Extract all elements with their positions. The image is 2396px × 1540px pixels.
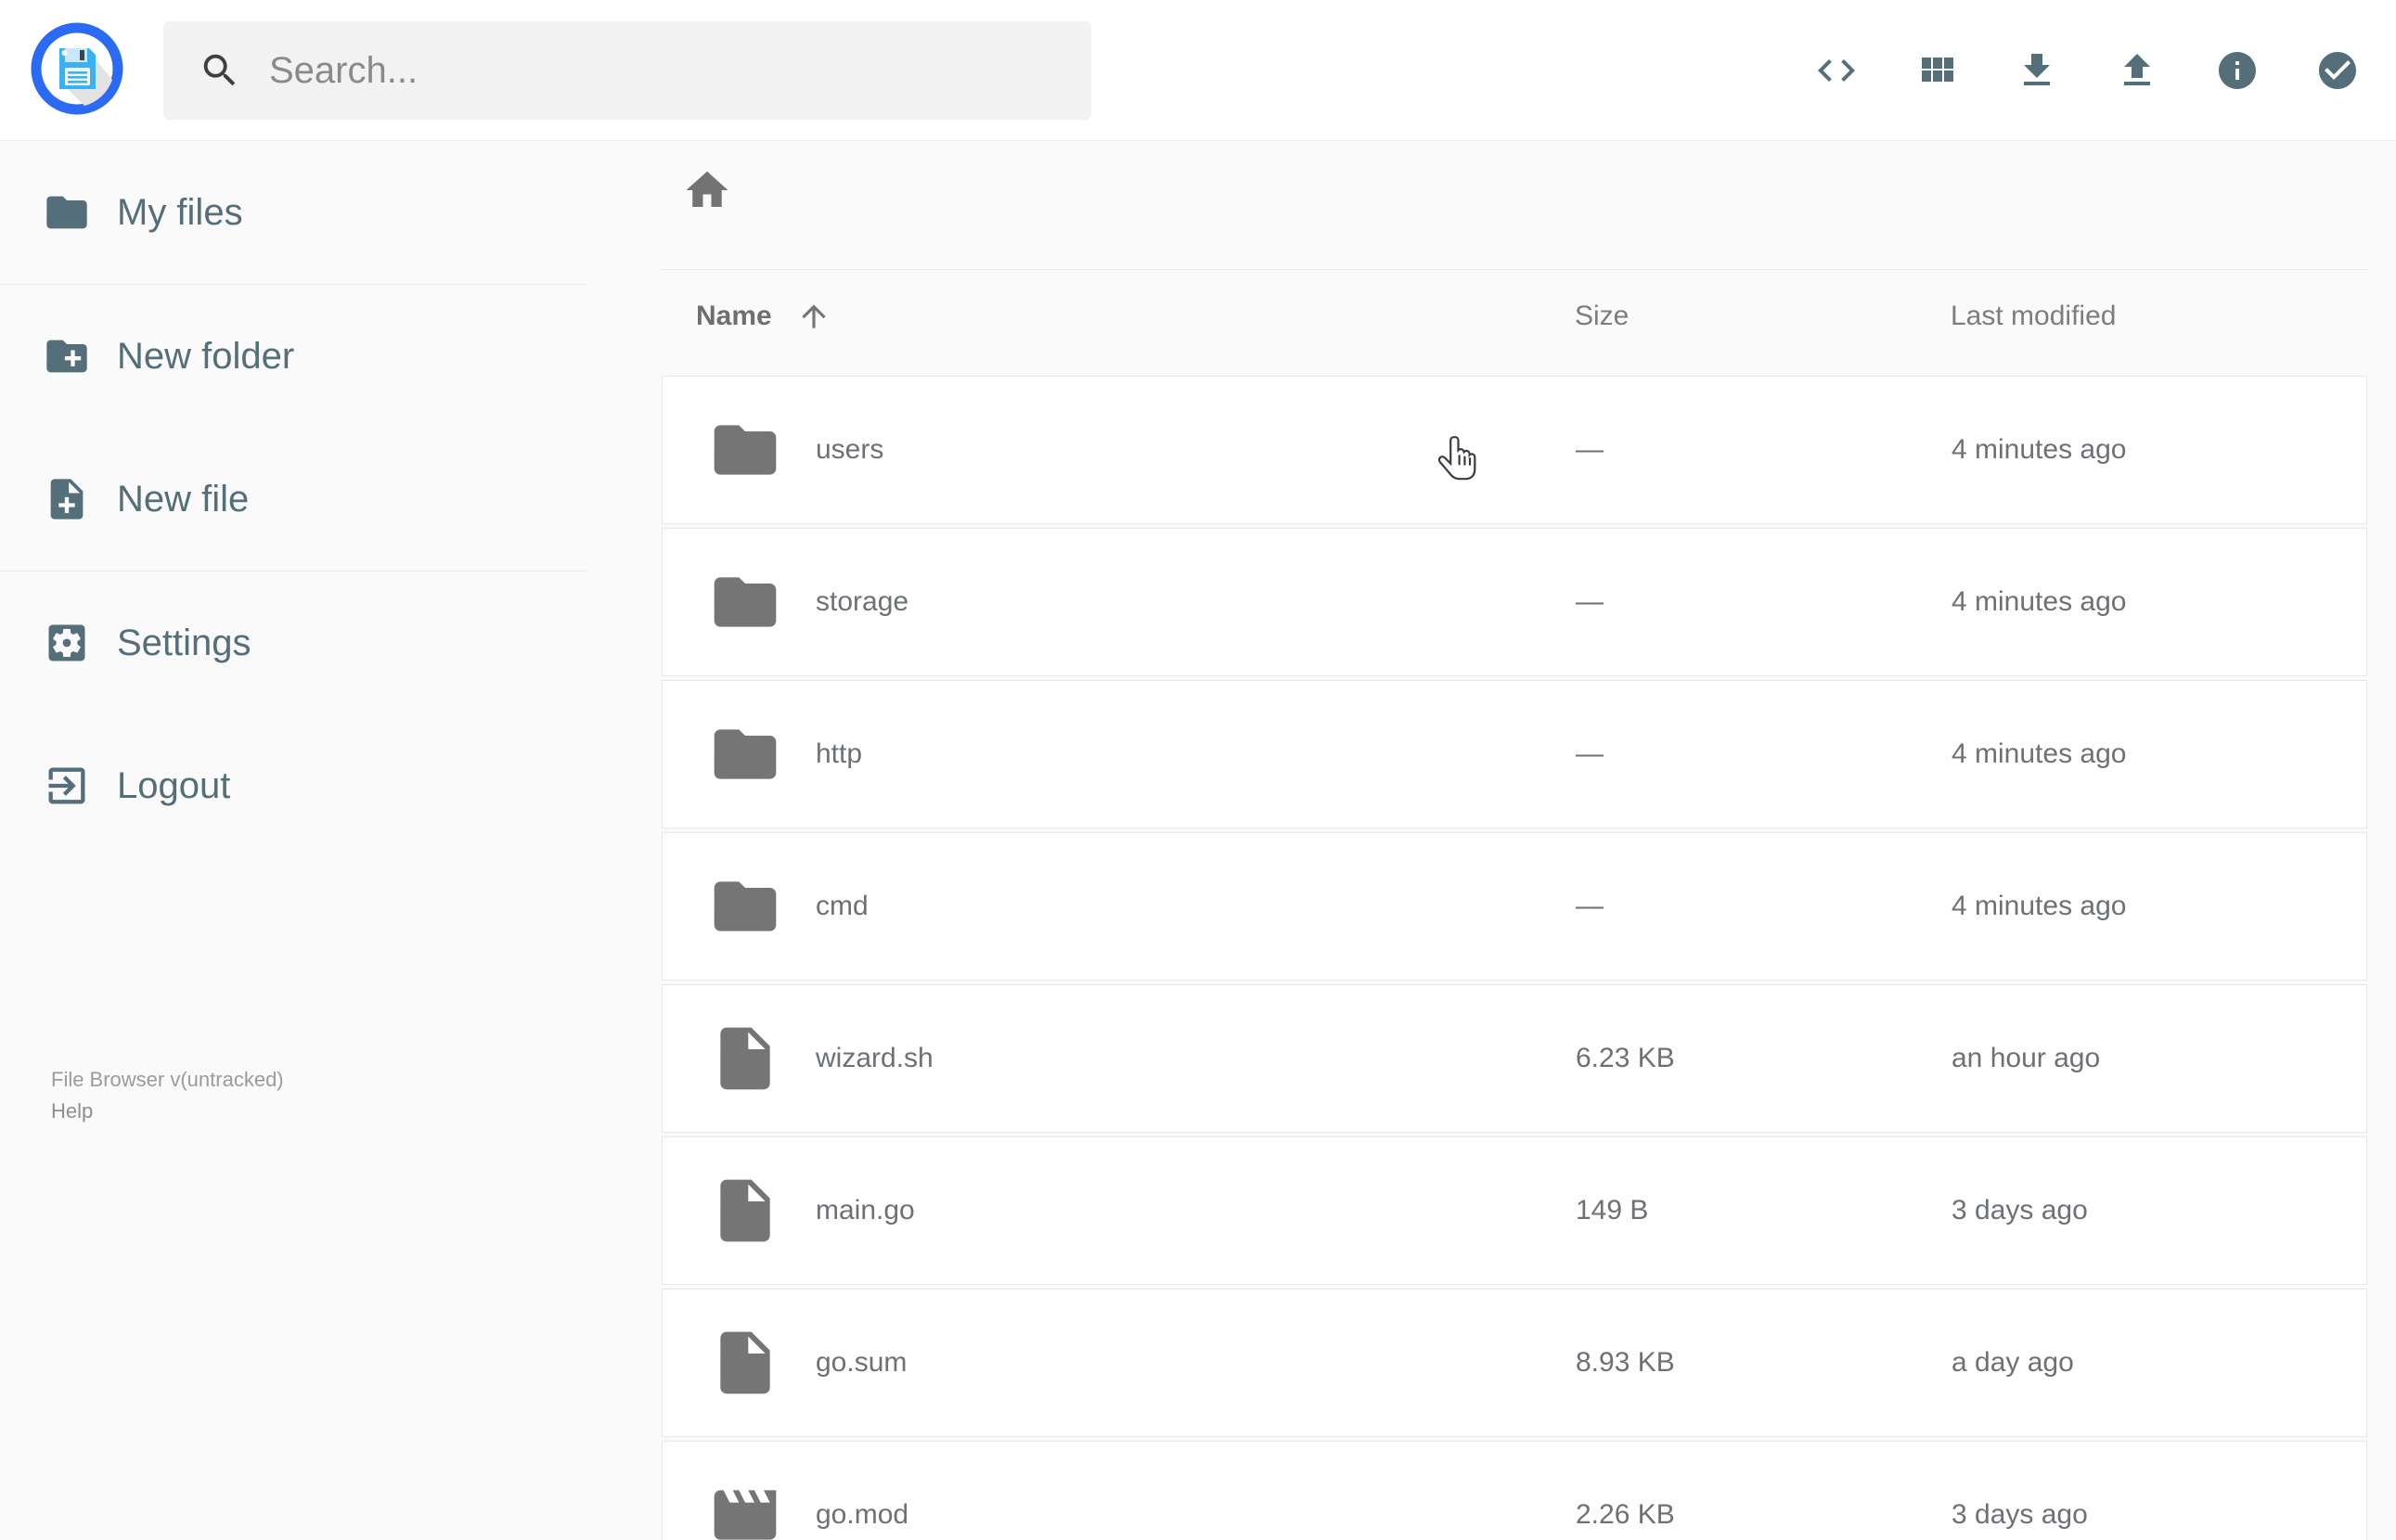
item-modified: 3 days ago xyxy=(1952,1499,2088,1530)
sidebar-item-label: Logout xyxy=(117,764,231,806)
settings-icon xyxy=(43,619,91,667)
item-size: — xyxy=(1576,891,1604,921)
item-size: — xyxy=(1576,738,1604,769)
folder-icon xyxy=(708,869,782,943)
folder-row[interactable]: cmd — 4 minutes ago xyxy=(662,832,2367,981)
sidebar-item-settings[interactable]: Settings xyxy=(0,571,603,714)
breadcrumb-divider xyxy=(662,269,2367,270)
file-icon xyxy=(708,1326,782,1400)
sidebar: My files New folder New file Settings Logout… xyxy=(0,141,603,1123)
item-name: cmd xyxy=(816,891,869,921)
floppy-disk-logo xyxy=(31,22,123,115)
upload-icon[interactable] xyxy=(2115,48,2159,93)
sort-ascending-icon[interactable] xyxy=(796,299,831,334)
item-modified: 4 minutes ago xyxy=(1952,434,2127,465)
column-name[interactable]: Name xyxy=(696,301,772,332)
item-name: wizard.sh xyxy=(816,1043,934,1073)
select-all-icon[interactable] xyxy=(2315,48,2360,93)
column-last-modified[interactable]: Last modified xyxy=(1951,301,2367,332)
header: Search... xyxy=(0,0,2396,141)
folder-row[interactable]: http — 4 minutes ago xyxy=(662,680,2367,828)
file-icon xyxy=(708,1021,782,1096)
file-row[interactable]: go.sum 8.93 KB a day ago xyxy=(662,1289,2367,1437)
item-name: storage xyxy=(816,586,909,617)
sidebar-item-label: New file xyxy=(117,478,250,520)
app-version: File Browser v(untracked) xyxy=(51,1068,284,1091)
item-modified: 4 minutes ago xyxy=(1952,891,2127,921)
home-button[interactable] xyxy=(682,165,732,215)
search-placeholder: Search... xyxy=(269,49,419,91)
movie-icon xyxy=(708,1478,782,1540)
item-modified: 4 minutes ago xyxy=(1952,586,2127,617)
app-logo[interactable] xyxy=(31,22,123,115)
folder-icon xyxy=(708,717,782,791)
new-file-icon xyxy=(43,475,91,523)
search-input[interactable]: Search... xyxy=(163,21,1091,120)
sidebar-item-logout[interactable]: Logout xyxy=(0,714,603,857)
item-name: go.sum xyxy=(816,1347,908,1378)
item-name: http xyxy=(816,738,863,769)
help-link[interactable]: Help xyxy=(51,1096,93,1127)
grid-view-icon[interactable] xyxy=(1914,48,1959,93)
sidebar-footer: File Browser v(untracked) Help xyxy=(51,1064,571,1127)
header-actions xyxy=(1814,0,2360,141)
file-icon xyxy=(708,1174,782,1248)
logout-icon xyxy=(43,762,91,810)
new-folder-icon xyxy=(43,332,91,380)
folder-row[interactable]: storage — 4 minutes ago xyxy=(662,528,2367,676)
item-name: main.go xyxy=(816,1195,915,1226)
column-size[interactable]: Size xyxy=(1575,301,1951,332)
file-row[interactable]: main.go 149 B 3 days ago xyxy=(662,1136,2367,1285)
item-size: 149 B xyxy=(1576,1195,1649,1226)
sidebar-item-label: Settings xyxy=(117,622,251,663)
file-row[interactable]: go.mod 2.26 KB 3 days ago xyxy=(662,1441,2367,1540)
folder-icon xyxy=(43,188,91,237)
code-icon[interactable] xyxy=(1814,48,1859,93)
folder-row[interactable]: users — 4 minutes ago xyxy=(662,376,2367,524)
sidebar-item-new-folder[interactable]: New folder xyxy=(0,285,603,428)
search-icon xyxy=(199,49,241,92)
item-size: — xyxy=(1576,434,1604,465)
item-size: 6.23 KB xyxy=(1576,1043,1675,1073)
item-modified: an hour ago xyxy=(1952,1043,2101,1073)
file-row[interactable]: wizard.sh 6.23 KB an hour ago xyxy=(662,984,2367,1133)
info-icon[interactable] xyxy=(2215,48,2260,93)
item-name: go.mod xyxy=(816,1499,909,1530)
sidebar-item-my-files[interactable]: My files xyxy=(0,141,603,284)
item-size: — xyxy=(1576,586,1604,617)
sidebar-item-label: New folder xyxy=(117,335,295,377)
sidebar-item-label: My files xyxy=(117,191,243,233)
item-modified: 4 minutes ago xyxy=(1952,738,2127,769)
item-modified: a day ago xyxy=(1952,1347,2074,1378)
file-listing: users — 4 minutes ago storage — 4 minutes ago… xyxy=(662,376,2367,1540)
sidebar-item-new-file[interactable]: New file xyxy=(0,428,603,571)
folder-icon xyxy=(708,413,782,487)
filebrowser-app: Search... My files New folder New file Sett… xyxy=(0,0,2396,1540)
folder-icon xyxy=(708,565,782,639)
item-size: 2.26 KB xyxy=(1576,1499,1675,1530)
download-icon[interactable] xyxy=(2015,48,2059,93)
item-size: 8.93 KB xyxy=(1576,1347,1675,1378)
item-name: users xyxy=(816,434,884,465)
listing-column-header: Name Size Last modified xyxy=(662,275,2367,358)
item-modified: 3 days ago xyxy=(1952,1195,2088,1226)
